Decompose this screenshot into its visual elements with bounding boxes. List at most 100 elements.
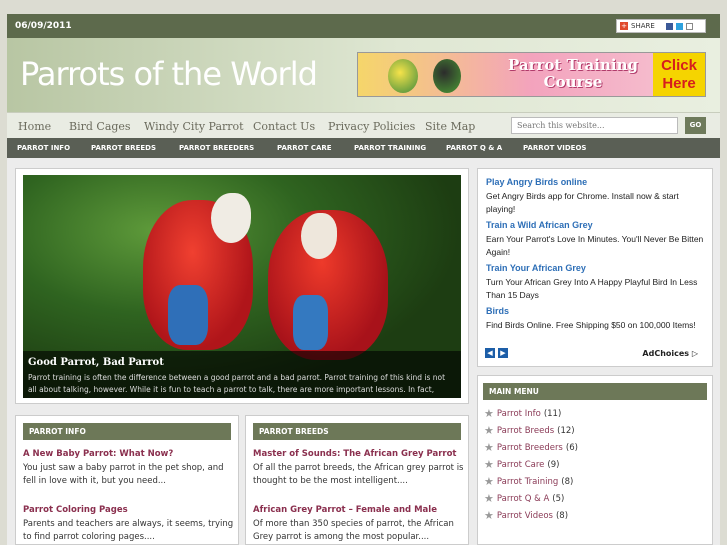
menu-item-parrot-breeds[interactable]: ★ Parrot Breeds (12) <box>484 424 575 437</box>
parrot-breeds-section: PARROT BREEDS Master of Sounds: The Afri… <box>245 415 469 545</box>
star-icon: ★ <box>484 509 494 522</box>
ad-body: Get Angry Birds app for Chrome. Install … <box>486 191 679 214</box>
menu-item-count: (11) <box>543 408 562 419</box>
main-menu: MAIN MENU ★ Parrot Info (11) ★ Parrot Br… <box>477 375 713 545</box>
post-item: African Grey Parrot – Female and Male Of… <box>253 505 465 544</box>
menu-item-parrot-breeders[interactable]: ★ Parrot Breeders (6) <box>484 441 578 454</box>
next-arrow-icon[interactable]: ▶ <box>498 348 508 358</box>
training-course-banner[interactable]: Parrot Training Course Click Here <box>357 52 706 97</box>
parrot-image <box>388 59 418 93</box>
post-excerpt: Parents and teachers are always, it seem… <box>23 519 234 542</box>
go-button[interactable]: GO <box>685 117 706 134</box>
parrot-face <box>301 213 337 259</box>
facebook-icon[interactable] <box>665 22 673 30</box>
star-icon: ★ <box>484 458 494 471</box>
ad-title[interactable]: Play Angry Birds online <box>486 177 704 187</box>
ad-title[interactable]: Birds <box>486 306 704 316</box>
banner-title: Parrot Training Course <box>508 56 638 91</box>
menu-item-count: (6) <box>565 442 578 453</box>
post-title[interactable]: Parrot Coloring Pages <box>23 505 235 515</box>
wing-blue <box>168 285 208 345</box>
menu-item-count: (12) <box>557 425 575 436</box>
menu-item-label[interactable]: Parrot Info <box>497 409 541 419</box>
menu-item-parrot-info[interactable]: ★ Parrot Info (11) <box>484 407 561 420</box>
star-icon: ★ <box>484 475 494 488</box>
category-parrot-info[interactable]: PARROT INFO <box>17 144 70 152</box>
menu-item-count: (9) <box>547 459 560 470</box>
ad-nav: ◀ ▶ <box>485 348 508 358</box>
menu-item-parrot-videos[interactable]: ★ Parrot Videos (8) <box>484 509 568 522</box>
nav-privacy-policies[interactable]: Privacy Policies <box>328 120 415 133</box>
menu-item-label[interactable]: Parrot Breeders <box>497 443 563 453</box>
post-item: Parrot Coloring Pages Parents and teache… <box>23 505 235 544</box>
ad-title[interactable]: Train a Wild African Grey <box>486 220 704 230</box>
featured-photo[interactable]: Good Parrot, Bad Parrot Parrot training … <box>23 175 461 398</box>
nav-site-map[interactable]: Site Map <box>425 120 475 133</box>
slider-caption: Good Parrot, Bad Parrot Parrot training … <box>23 351 461 398</box>
post-excerpt: Of all the parrot breeds, the African gr… <box>253 463 464 486</box>
menu-item-parrot-training[interactable]: ★ Parrot Training (8) <box>484 475 573 488</box>
category-parrot-training[interactable]: PARROT TRAINING <box>354 144 426 152</box>
ad-item[interactable]: Train a Wild African Grey Earn Your Parr… <box>486 220 704 263</box>
section-title: PARROT BREEDS <box>253 423 461 440</box>
category-nav: PARROT INFO PARROT BREEDS PARROT BREEDER… <box>7 138 720 158</box>
ads-panel: Play Angry Birds online Get Angry Birds … <box>477 168 713 367</box>
star-icon: ★ <box>484 424 494 437</box>
click-here-button[interactable]: Click Here <box>653 53 705 96</box>
menu-item-label[interactable]: Parrot Care <box>497 460 545 470</box>
share-label: SHARE <box>631 22 655 30</box>
ad-item[interactable]: Play Angry Birds online Get Angry Birds … <box>486 177 704 220</box>
ad-body: Earn Your Parrot's Love In Minutes. You'… <box>486 234 704 257</box>
prev-arrow-icon[interactable]: ◀ <box>485 348 495 358</box>
nav-windy-city-parrot[interactable]: Windy City Parrot <box>144 120 244 133</box>
parrot-info-section: PARROT INFO A New Baby Parrot: What Now?… <box>15 415 239 545</box>
post-excerpt: Of more than 350 species of parrot, the … <box>253 519 454 542</box>
menu-item-label[interactable]: Parrot Breeds <box>497 426 554 436</box>
post-item: Master of Sounds: The African Grey Parro… <box>253 449 465 488</box>
date-display: 06/09/2011 <box>15 21 72 31</box>
category-parrot-care[interactable]: PARROT CARE <box>277 144 332 152</box>
nav-home[interactable]: Home <box>18 120 51 133</box>
menu-item-parrot-qa[interactable]: ★ Parrot Q & A (5) <box>484 492 564 505</box>
caption-title[interactable]: Good Parrot, Bad Parrot <box>28 357 456 368</box>
menu-item-count: (5) <box>552 493 565 504</box>
post-title[interactable]: A New Baby Parrot: What Now? <box>23 449 235 459</box>
ad-item[interactable]: Train Your African Grey Turn Your Africa… <box>486 263 704 306</box>
email-icon[interactable] <box>685 22 693 30</box>
top-bar: 06/09/2011 + SHARE <box>7 14 720 38</box>
plus-icon: + <box>620 22 628 30</box>
adchoices-link[interactable]: AdChoices ▷ <box>642 349 698 358</box>
search-input[interactable]: Search this website... <box>511 117 678 134</box>
nav-bird-cages[interactable]: Bird Cages <box>69 120 131 133</box>
star-icon: ★ <box>484 492 494 505</box>
site-title[interactable]: Parrots of the World <box>20 55 318 93</box>
nav-contact-us[interactable]: Contact Us <box>253 120 315 133</box>
star-icon: ★ <box>484 441 494 454</box>
parrot-image <box>433 59 461 93</box>
post-title[interactable]: African Grey Parrot – Female and Male <box>253 505 465 515</box>
site-header: Parrots of the World Parrot Training Cou… <box>7 38 720 112</box>
ad-body: Find Birds Online. Free Shipping $50 on … <box>486 320 696 330</box>
caption-text: Parrot training is often the difference … <box>28 373 446 398</box>
category-parrot-videos[interactable]: PARROT VIDEOS <box>523 144 586 152</box>
menu-item-count: (8) <box>555 510 569 521</box>
category-parrot-qa[interactable]: PARROT Q & A <box>446 144 502 152</box>
menu-item-label[interactable]: Parrot Videos <box>497 511 553 521</box>
twitter-icon[interactable] <box>675 22 683 30</box>
section-title: PARROT INFO <box>23 423 231 440</box>
star-icon: ★ <box>484 407 494 420</box>
category-parrot-breeders[interactable]: PARROT BREEDERS <box>179 144 254 152</box>
ad-item[interactable]: Birds Find Birds Online. Free Shipping $… <box>486 306 704 349</box>
menu-item-label[interactable]: Parrot Q & A <box>497 494 549 504</box>
share-button[interactable]: + SHARE <box>616 19 706 33</box>
wing-blue <box>293 295 328 350</box>
main-menu-title: MAIN MENU <box>483 383 707 400</box>
post-title[interactable]: Master of Sounds: The African Grey Parro… <box>253 449 465 459</box>
category-parrot-breeds[interactable]: PARROT BREEDS <box>91 144 156 152</box>
parrot-face <box>211 193 251 243</box>
menu-item-label[interactable]: Parrot Training <box>497 477 558 487</box>
ad-title[interactable]: Train Your African Grey <box>486 263 704 273</box>
primary-nav: Home Bird Cages Windy City Parrot Contac… <box>7 112 720 138</box>
menu-item-parrot-care[interactable]: ★ Parrot Care (9) <box>484 458 559 471</box>
post-excerpt: You just saw a baby parrot in the pet sh… <box>23 463 224 486</box>
